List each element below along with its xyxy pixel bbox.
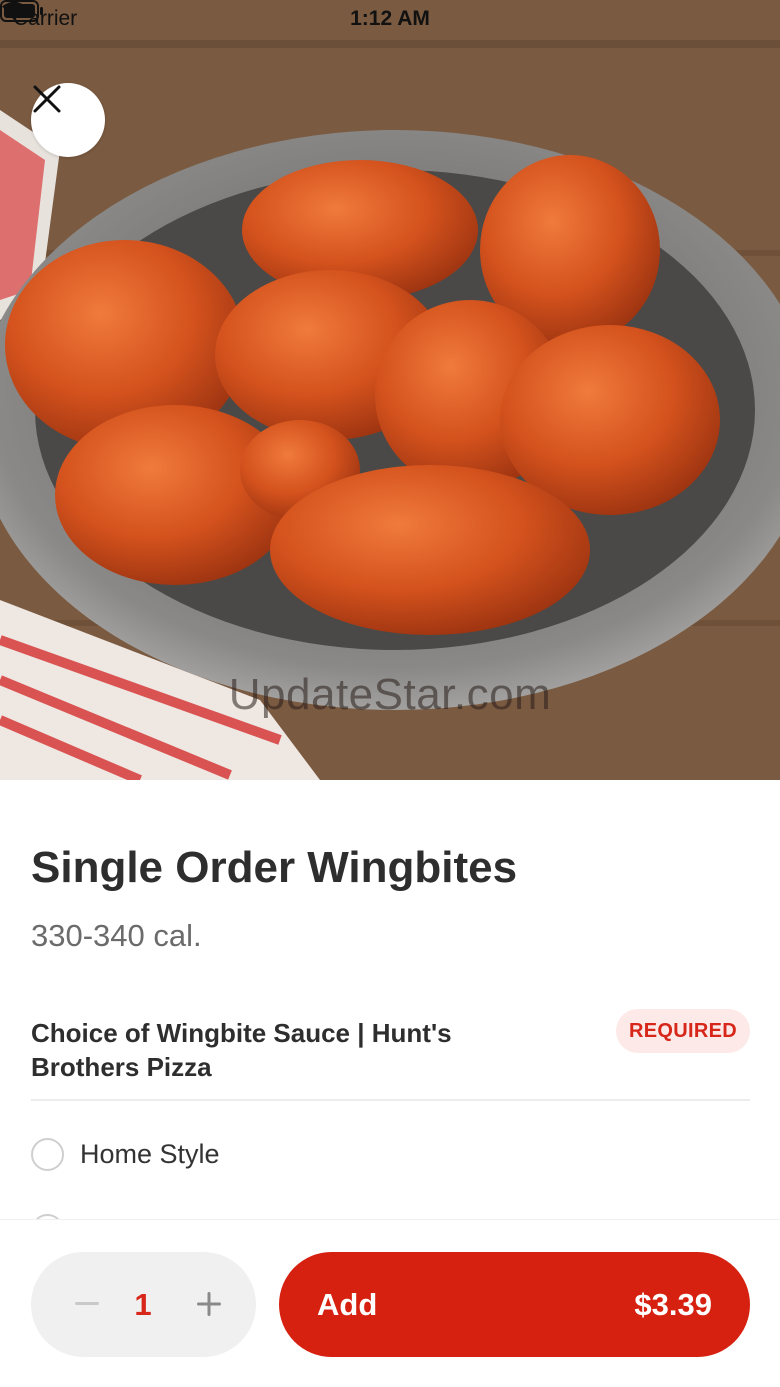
required-badge: REQUIRED xyxy=(616,1009,750,1053)
close-button[interactable] xyxy=(31,83,105,157)
add-to-cart-button[interactable]: Add $3.39 xyxy=(279,1252,750,1357)
divider xyxy=(31,1099,750,1101)
option-home-style[interactable]: Home Style xyxy=(31,1132,220,1176)
close-icon xyxy=(33,85,61,113)
status-time: 1:12 AM xyxy=(350,7,430,30)
section-title: Choice of Wingbite Sauce | Hunt's Brothe… xyxy=(31,1018,452,1082)
minus-icon xyxy=(75,1302,99,1305)
add-price: $3.39 xyxy=(634,1286,712,1322)
radio-button[interactable] xyxy=(31,1137,64,1171)
bottom-bar: 1 Add $3.39 xyxy=(0,1219,780,1387)
quantity-value: 1 xyxy=(134,1286,152,1322)
quantity-stepper: 1 xyxy=(31,1252,256,1357)
item-calories: 330-340 cal. xyxy=(31,918,202,953)
item-photo: Carrier 1:12 AM UpdateStar.com xyxy=(0,0,780,780)
item-title: Single Order Wingbites xyxy=(31,843,518,892)
option-label: Home Style xyxy=(80,1138,220,1169)
status-bar: Carrier 1:12 AM xyxy=(0,0,780,40)
battery-icon xyxy=(0,0,43,22)
watermark: UpdateStar.com xyxy=(228,670,552,719)
plus-icon xyxy=(197,1292,221,1316)
decrease-quantity-button[interactable] xyxy=(65,1282,109,1326)
wingbites-photo xyxy=(0,0,780,780)
add-label: Add xyxy=(317,1286,378,1322)
increase-quantity-button[interactable] xyxy=(187,1282,231,1326)
